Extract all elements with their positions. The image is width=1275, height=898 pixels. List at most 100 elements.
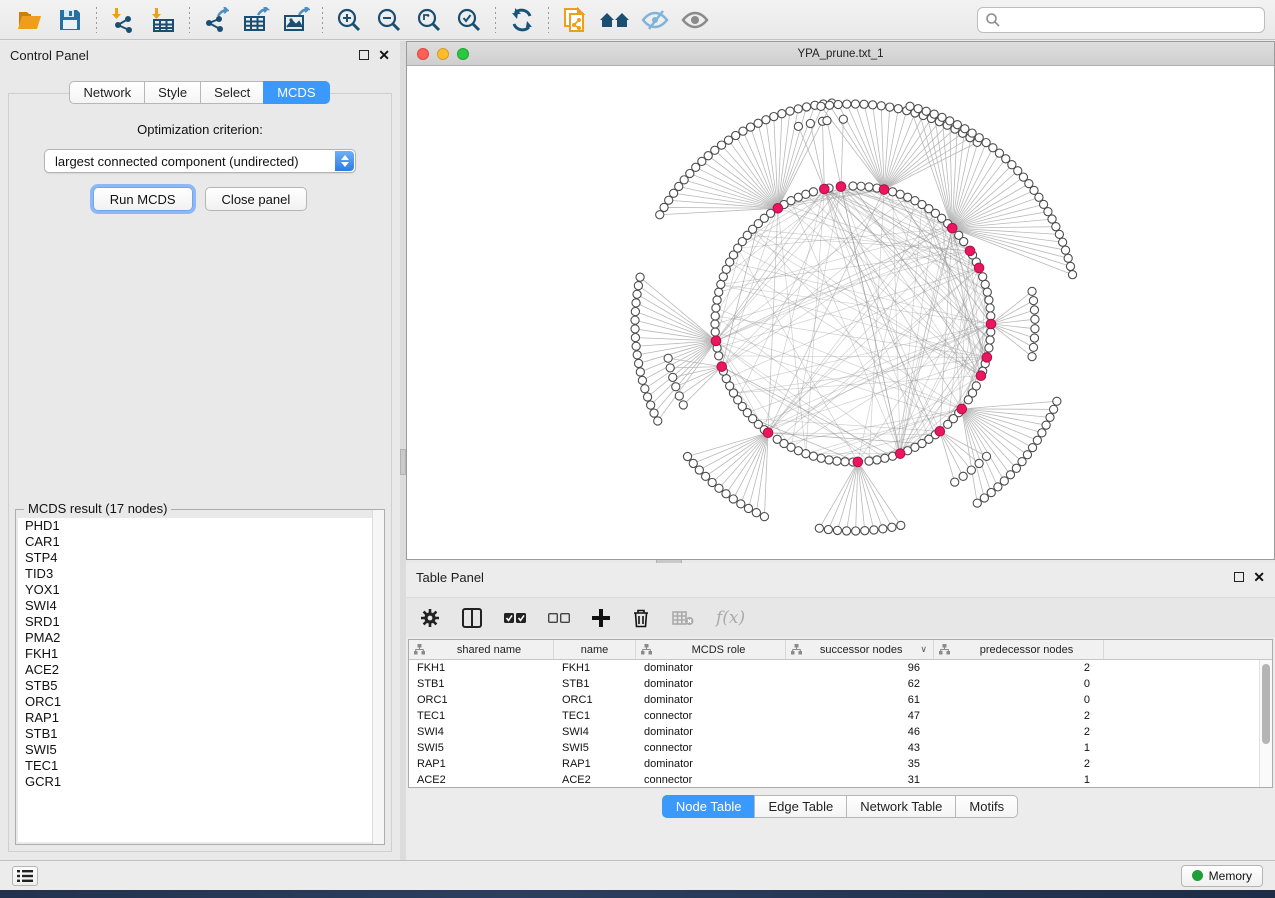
graph-leaf-node[interactable] [739,127,747,135]
graph-leaf-node[interactable] [1039,200,1047,208]
column-header-MCDS-role[interactable]: MCDS role [636,640,786,659]
graph-hub-node[interactable] [974,263,984,273]
graph-node[interactable] [985,344,993,352]
graph-leaf-node[interactable] [1048,215,1056,223]
graph-hub-node[interactable] [879,185,889,195]
graph-node[interactable] [865,183,873,191]
graph-leaf-node[interactable] [823,117,831,125]
graph-leaf-node[interactable] [746,123,754,131]
graph-leaf-node[interactable] [634,359,642,367]
graph-leaf-node[interactable] [824,525,832,533]
graph-node[interactable] [857,182,865,190]
table-panel-float-icon[interactable] [1234,572,1244,582]
graph-leaf-node[interactable] [825,101,833,109]
network-canvas[interactable] [407,66,1274,559]
graph-leaf-node[interactable] [708,478,716,486]
graph-leaf-node[interactable] [654,417,662,425]
graph-leaf-node[interactable] [633,351,641,359]
graph-node[interactable] [717,280,725,288]
graph-leaf-node[interactable] [1052,223,1060,231]
mcds-result-item[interactable]: PMA2 [18,630,382,646]
graph-leaf-node[interactable] [1046,413,1054,421]
graph-leaf-node[interactable] [1029,297,1037,305]
graph-node[interactable] [983,288,991,296]
table-settings-icon[interactable] [420,608,440,628]
graph-leaf-node[interactable] [1018,458,1026,466]
mcds-result-item[interactable]: TEC1 [18,758,382,774]
graph-hub-node[interactable] [773,203,783,213]
graph-leaf-node[interactable] [980,494,988,502]
close-panel-button[interactable]: Close panel [205,187,308,211]
select-all-checkboxes-icon[interactable] [504,612,526,624]
table-row[interactable]: RAP1RAP1dominator352 [409,756,1259,772]
graph-leaf-node[interactable] [1033,436,1041,444]
graph-leaf-node[interactable] [1028,287,1036,295]
graph-leaf-node[interactable] [760,513,768,521]
graph-hub-node[interactable] [853,457,863,467]
import-table-icon[interactable] [143,4,183,36]
graph-leaf-node[interactable] [754,119,762,127]
graph-leaf-node[interactable] [817,102,825,110]
graph-leaf-node[interactable] [794,105,802,113]
mcds-result-item[interactable]: SRD1 [18,614,382,630]
graph-leaf-node[interactable] [839,115,847,123]
graph-hub-node[interactable] [965,246,975,256]
mcds-result-item[interactable]: CAR1 [18,534,382,550]
graph-node[interactable] [711,312,719,320]
table-row[interactable]: SWI5SWI5connector431 [409,740,1259,756]
control-panel-close-icon[interactable]: ✕ [378,50,390,60]
graph-leaf-node[interactable] [786,107,794,115]
graph-leaf-node[interactable] [922,107,930,115]
table-row[interactable]: STB1STB1dominator620 [409,676,1259,692]
graph-leaf-node[interactable] [1049,405,1057,413]
graph-node[interactable] [773,435,781,443]
mcds-result-item[interactable]: STB1 [18,726,382,742]
import-network-icon[interactable] [103,4,143,36]
graph-leaf-node[interactable] [689,459,697,467]
tab-motifs[interactable]: Motifs [955,795,1018,818]
graph-node[interactable] [715,352,723,360]
tab-mcds[interactable]: MCDS [263,81,329,104]
open-file-icon[interactable] [10,4,50,36]
graph-node[interactable] [888,188,896,196]
graph-leaf-node[interactable] [1028,444,1036,452]
graph-node[interactable] [881,454,889,462]
graph-leaf-node[interactable] [877,102,885,110]
graph-leaf-node[interactable] [906,102,914,110]
graph-hub-node[interactable] [947,223,957,233]
task-history-button[interactable] [12,866,38,886]
graph-leaf-node[interactable] [1000,477,1008,485]
graph-leaf-node[interactable] [834,100,842,108]
refresh-layout-icon[interactable] [502,4,542,36]
graph-leaf-node[interactable] [861,527,869,535]
graph-leaf-node[interactable] [894,105,902,113]
mcds-result-item[interactable]: STP4 [18,550,382,566]
graph-hub-node[interactable] [976,371,986,381]
graph-leaf-node[interactable] [732,131,740,139]
graph-node[interactable] [715,288,723,296]
graph-hub-node[interactable] [717,362,727,372]
graph-leaf-node[interactable] [634,282,642,290]
save-session-icon[interactable] [50,4,90,36]
graph-node[interactable] [985,296,993,304]
graph-leaf-node[interactable] [647,401,655,409]
zoom-in-icon[interactable] [329,4,369,36]
graph-leaf-node[interactable] [946,117,954,125]
table-row[interactable]: SWI4SWI4dominator462 [409,724,1259,740]
graph-node[interactable] [865,457,873,465]
graph-leaf-node[interactable] [632,342,640,350]
graph-leaf-node[interactable] [879,525,887,533]
graph-leaf-node[interactable] [953,121,961,129]
delete-columns-icon[interactable] [632,608,650,628]
graph-node[interactable] [809,452,817,460]
table-row[interactable]: ORC1ORC1dominator610 [409,692,1259,708]
graph-leaf-node[interactable] [833,526,841,534]
mcds-result-item[interactable]: SWI5 [18,742,382,758]
graph-leaf-node[interactable] [914,105,922,113]
column-header-successor-nodes[interactable]: successor nodes∨ [786,640,934,659]
graph-hub-node[interactable] [935,426,945,436]
zoom-out-icon[interactable] [369,4,409,36]
mcds-result-item[interactable]: RAP1 [18,710,382,726]
graph-leaf-node[interactable] [744,504,752,512]
graph-leaf-node[interactable] [1064,254,1072,262]
